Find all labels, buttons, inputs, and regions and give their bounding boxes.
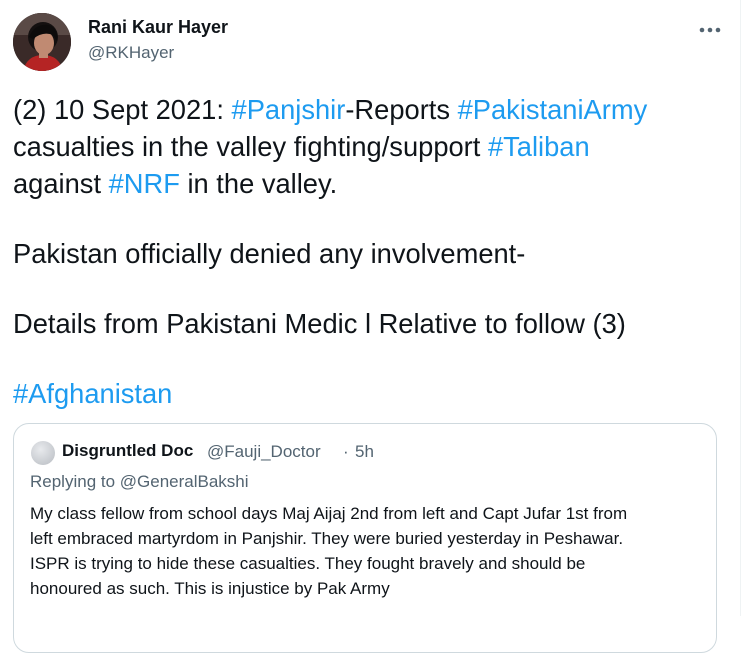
quote-author-handle: @Fauji_Doctor	[207, 442, 321, 461]
replying-prefix: Replying to	[30, 472, 120, 491]
right-border	[740, 0, 741, 616]
tweet-line-2-text: casualties in the valley fighting/suppor…	[13, 131, 488, 162]
author-handle[interactable]: @RKHayer	[88, 43, 174, 63]
hashtag-afghanistan[interactable]: #Afghanistan	[13, 378, 172, 409]
replying-handle[interactable]: @GeneralBakshi	[120, 472, 249, 491]
quote-separator: ·	[343, 442, 349, 461]
quote-avatar	[31, 441, 55, 465]
tweet-line-1: (2) 10 Sept 2021: #Panjshir-Reports #Pak…	[13, 91, 733, 128]
avatar[interactable]	[13, 13, 71, 71]
more-dots-icon[interactable]	[694, 19, 726, 41]
quote-timestamp[interactable]: 5h	[355, 442, 374, 462]
tweet-paragraph-2: Pakistan officially denied any involveme…	[13, 238, 526, 269]
quote-text-line: ISPR is trying to hide these casualties.…	[30, 554, 586, 573]
quote-text-line: honoured as such. This is injustice by P…	[30, 579, 390, 598]
author-name[interactable]: Rani Kaur Hayer	[88, 17, 228, 38]
tweet-line-3: against #NRF in the valley.	[13, 165, 733, 202]
quote-text-line: left embraced martyrdom in Panjshir. The…	[30, 529, 624, 548]
tweet-paragraph-4: #Afghanistan	[13, 375, 733, 412]
quote-text: My class fellow from school days Maj Aij…	[30, 501, 706, 601]
hashtag-nrf[interactable]: #NRF	[109, 168, 180, 199]
tweet-header: Rani Kaur Hayer @RKHayer	[0, 0, 740, 90]
tweet-line-2: casualties in the valley fighting/suppor…	[13, 128, 733, 165]
quote-author-name: Disgruntled Doc	[62, 441, 194, 460]
hashtag-pakistaniarmy[interactable]: #PakistaniArmy	[458, 94, 648, 125]
hashtag-panjshir[interactable]: #Panjshir	[232, 94, 346, 125]
tweet-paragraph-3: Details from Pakistani Medic l Relative …	[13, 308, 626, 339]
tweet-text: (2) 10 Sept 2021: #Panjshir-Reports #Pak…	[13, 91, 733, 412]
hashtag-taliban[interactable]: #Taliban	[488, 131, 590, 162]
tweet-line-1-prefix: (2) 10 Sept 2021:	[13, 94, 232, 125]
tweet-line-3-prefix: against	[13, 168, 109, 199]
quoted-tweet[interactable]: Disgruntled Doc @Fauji_Doctor · 5h Reply…	[13, 423, 717, 653]
tweet-line-1-middle: -Reports	[345, 94, 458, 125]
tweet-line-3-suffix: in the valley.	[179, 168, 338, 199]
quote-replying-to: Replying to @GeneralBakshi	[30, 472, 249, 492]
quote-text-line: My class fellow from school days Maj Aij…	[30, 504, 628, 523]
